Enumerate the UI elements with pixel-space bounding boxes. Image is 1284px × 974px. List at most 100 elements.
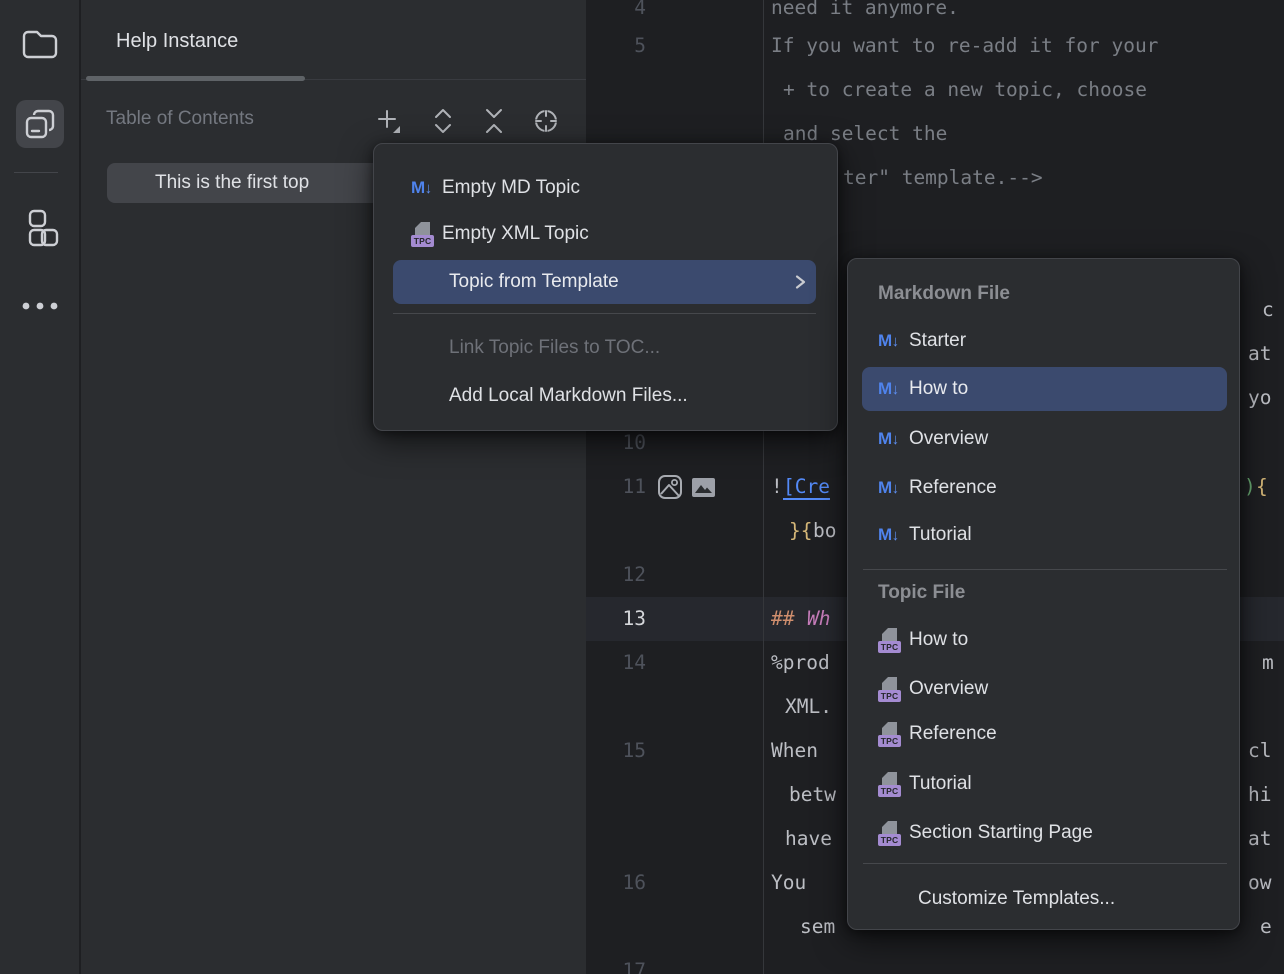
toc-tree-item-first-topic[interactable]: This is the first top [107,163,387,203]
submenu-item-tpc-how-to[interactable]: TPC How to [878,618,968,662]
code-text: cl [1248,729,1271,773]
menu-item-label: Reference [909,723,997,745]
submenu-item-md-reference[interactable]: M↓ Reference [878,466,997,510]
expand-all-button[interactable] [428,106,458,136]
code-text: ) [1244,465,1256,509]
menu-item-label: Add Local Markdown Files... [449,385,688,407]
line-number: 16 [586,861,646,905]
structure-tool-button[interactable] [16,204,64,252]
locate-in-toc-button[interactable] [531,106,561,136]
submenu-item-tpc-section-starting-page[interactable]: TPC Section Starting Page [878,811,1093,855]
menu-item-link-topic-files: Link Topic Files to TOC... [449,326,660,370]
menu-item-label: How to [909,629,968,651]
submenu-group-header-topic: Topic File [878,582,965,604]
code-link[interactable]: [Cre [783,465,830,509]
line-number: 5 [586,24,646,68]
menu-item-topic-from-template[interactable]: Topic from Template [449,260,619,304]
submenu-item-tpc-tutorial[interactable]: TPC Tutorial [878,762,972,806]
menu-item-label: Empty MD Topic [442,177,580,199]
code-text: at [1248,817,1271,861]
line-number: 14 [586,641,646,685]
submenu-item-md-starter[interactable]: M↓ Starter [878,319,966,363]
topic-file-icon: TPC [878,821,905,846]
menu-separator [393,313,816,314]
code-text: e [1260,905,1272,949]
menu-item-label: Section Starting Page [909,822,1093,844]
menu-item-empty-xml-topic[interactable]: TPC Empty XML Topic [411,212,589,256]
project-tool-button[interactable] [16,20,64,68]
code-text: If you want to re-add it for your [771,24,1158,68]
code-text: ! [771,465,783,509]
markdown-file-icon: M↓ [878,331,909,351]
image-preview-outline-icon[interactable] [657,474,683,500]
tab-underline [86,76,305,81]
menu-item-label: Topic from Template [449,271,619,293]
submenu-item-md-how-to[interactable]: M↓ How to [878,367,968,411]
topic-file-icon: TPC [878,722,905,747]
code-text: You [771,861,806,905]
menu-item-label: How to [909,378,968,400]
menu-item-label: Overview [909,428,988,450]
collapse-all-button[interactable] [479,106,509,136]
submenu-item-tpc-reference[interactable]: TPC Reference [878,712,997,756]
code-text: }{ [789,509,812,553]
add-topic-context-menu: M↓ Empty MD Topic TPC Empty XML Topic To… [373,143,838,431]
submenu-item-tpc-overview[interactable]: TPC Overview [878,667,988,711]
activity-bar [0,0,80,974]
tool-window-title: Help Instance [116,30,238,53]
markdown-file-icon: M↓ [411,178,442,198]
markdown-file-icon: M↓ [878,525,909,545]
code-text: When [771,729,818,773]
code-text: yo [1248,376,1271,420]
menu-item-add-local-markdown[interactable]: Add Local Markdown Files... [449,374,688,418]
folder-icon [21,27,59,61]
menu-item-empty-md-topic[interactable]: M↓ Empty MD Topic [411,166,580,210]
code-text: XML. [785,685,832,729]
code-text: bo [813,509,836,553]
add-topic-button[interactable] [374,106,404,136]
code-text: + to create a new topic, choose [783,68,1159,112]
topic-file-icon: TPC [411,222,438,247]
menu-item-label: Link Topic Files to TOC... [449,337,660,359]
line-number: 12 [586,553,646,597]
menu-item-label: Overview [909,678,988,700]
code-text: have [785,817,832,861]
markdown-file-icon: M↓ [878,429,909,449]
markdown-file-icon: M↓ [878,379,909,399]
line-number-current: 13 [586,597,646,641]
line-number: 17 [586,949,646,974]
instances-icon [23,107,57,141]
markdown-file-icon: M↓ [878,478,909,498]
more-tools-button[interactable] [16,282,64,330]
code-text: at [1248,332,1271,376]
code-text: c [1262,288,1274,332]
code-text: { [1256,465,1268,509]
submenu-item-customize-templates[interactable]: Customize Templates... [918,877,1115,921]
submenu-item-md-overview[interactable]: M↓ Overview [878,417,988,461]
menu-item-label: Tutorial [909,773,972,795]
menu-item-label: Starter [909,330,966,352]
menu-item-label: Reference [909,477,997,499]
more-icon [20,301,60,311]
menu-item-label: Empty XML Topic [442,223,589,245]
image-thumbnail-icon[interactable] [692,478,715,497]
structure-icon [20,208,60,248]
code-text: ow [1248,861,1271,905]
tree-item-label: This is the first top [155,172,309,194]
code-text: betw [789,773,836,817]
code-heading-text: Wh [807,597,830,641]
submenu-item-md-tutorial[interactable]: M↓ Tutorial [878,513,972,557]
code-heading-marker: ## [771,597,794,641]
topic-file-icon: TPC [878,772,905,797]
topic-file-icon: TPC [878,628,905,653]
instances-tool-button[interactable] [16,100,64,148]
submenu-arrow-icon [793,274,807,290]
code-text: hi [1248,773,1271,817]
code-text: m [1262,641,1274,685]
activity-bar-divider [14,172,58,173]
code-text: ter" template.--> [843,156,1043,200]
topic-file-icon: TPC [878,677,905,702]
line-number: 11 [586,465,646,509]
submenu-group-header-markdown: Markdown File [878,283,1010,305]
submenu-separator [863,569,1227,570]
